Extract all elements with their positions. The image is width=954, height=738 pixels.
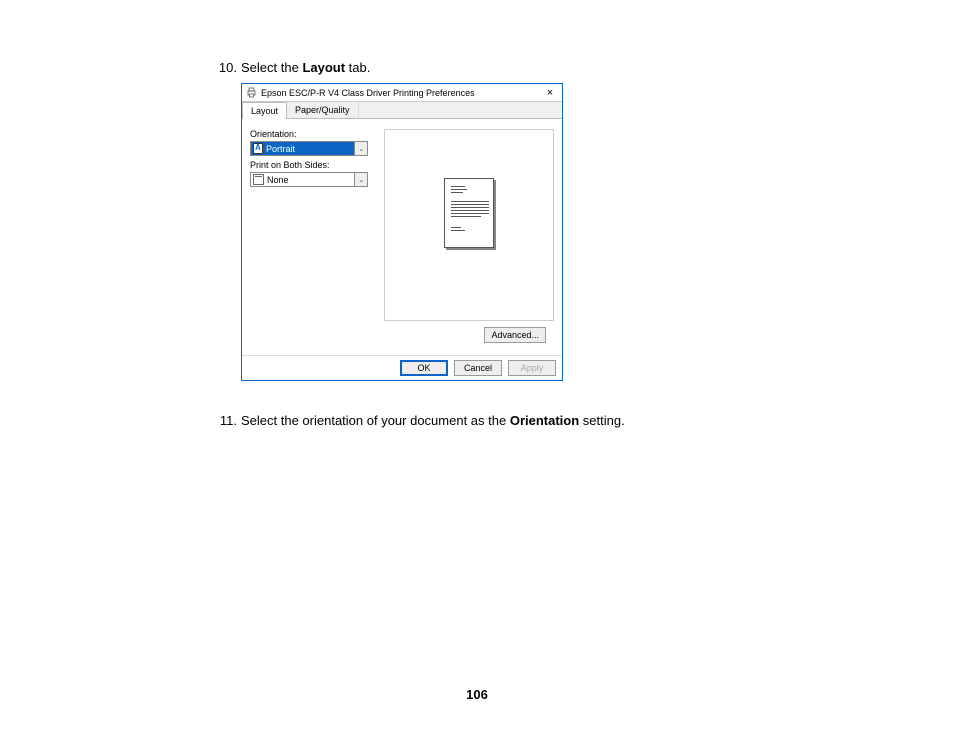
orientation-value: Portrait xyxy=(266,144,295,154)
preview-page-thumbnail xyxy=(444,178,494,248)
page-number: 106 xyxy=(0,687,954,702)
document-page: 10. Select the Layout tab. Epson ESC/P-R… xyxy=(0,0,954,428)
step-post: tab. xyxy=(345,60,370,75)
tab-layout[interactable]: Layout xyxy=(242,102,287,119)
orientation-dropdown[interactable]: Portrait ⌄ xyxy=(250,141,368,156)
portrait-icon xyxy=(253,143,263,154)
label-both-sides: Print on Both Sides: xyxy=(250,160,378,170)
tab-content-layout: Orientation: Portrait ⌄ Print on Both Si… xyxy=(242,119,562,355)
step-number: 11. xyxy=(215,413,241,428)
advanced-button[interactable]: Advanced... xyxy=(484,327,546,343)
dialog-footer: OK Cancel Apply xyxy=(242,355,562,380)
tab-paper-quality[interactable]: Paper/Quality xyxy=(287,102,359,118)
settings-column: Orientation: Portrait ⌄ Print on Both Si… xyxy=(250,125,378,321)
printer-icon xyxy=(246,87,257,98)
chevron-down-icon: ⌄ xyxy=(354,173,367,186)
step-post: setting. xyxy=(579,413,625,428)
step-pre: Select the xyxy=(241,60,302,75)
step-10: 10. Select the Layout tab. xyxy=(215,60,754,75)
page-icon xyxy=(253,174,264,185)
close-button[interactable]: × xyxy=(542,87,558,99)
both-sides-dropdown[interactable]: None ⌄ xyxy=(250,172,368,187)
both-sides-value: None xyxy=(267,175,289,185)
step-11: 11. Select the orientation of your docum… xyxy=(215,413,754,428)
step-bold: Orientation xyxy=(510,413,579,428)
step-pre: Select the orientation of your document … xyxy=(241,413,510,428)
apply-button[interactable]: Apply xyxy=(508,360,556,376)
titlebar: Epson ESC/P-R V4 Class Driver Printing P… xyxy=(242,84,562,102)
preview-panel xyxy=(384,129,554,321)
ok-button[interactable]: OK xyxy=(400,360,448,376)
step-text: Select the orientation of your document … xyxy=(241,413,754,428)
chevron-down-icon: ⌄ xyxy=(354,142,367,155)
label-orientation: Orientation: xyxy=(250,129,378,139)
tab-strip: Layout Paper/Quality xyxy=(242,102,562,119)
advanced-row: Advanced... xyxy=(250,321,554,347)
printing-preferences-dialog: Epson ESC/P-R V4 Class Driver Printing P… xyxy=(241,83,563,381)
step-text: Select the Layout tab. xyxy=(241,60,754,75)
window-title: Epson ESC/P-R V4 Class Driver Printing P… xyxy=(261,88,542,98)
cancel-button[interactable]: Cancel xyxy=(454,360,502,376)
step-number: 10. xyxy=(215,60,241,75)
step-bold: Layout xyxy=(302,60,345,75)
